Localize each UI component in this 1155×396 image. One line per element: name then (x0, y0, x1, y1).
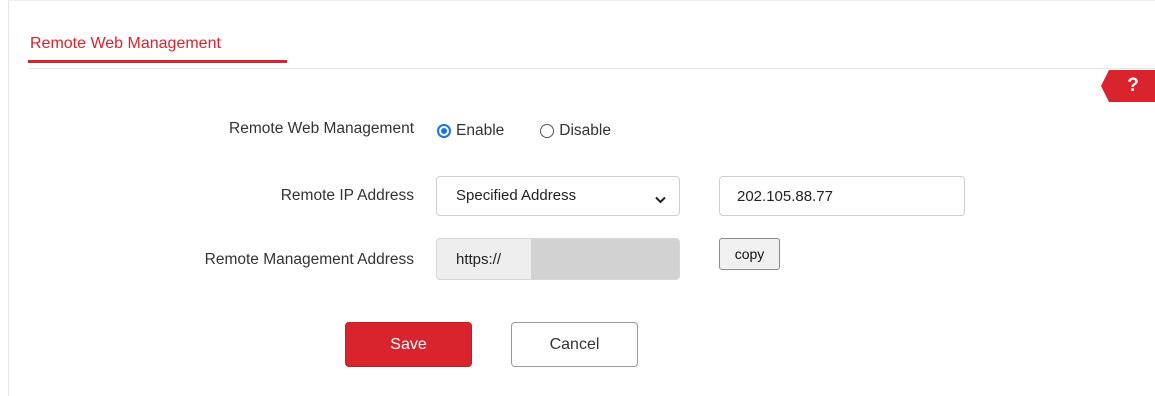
remote-web-management-label: Remote Web Management (229, 120, 414, 137)
radio-enable[interactable]: Enable (437, 122, 504, 140)
cancel-button[interactable]: Cancel (511, 322, 638, 367)
section-divider (28, 68, 1155, 69)
tab-remote-web-management[interactable]: Remote Web Management (30, 34, 221, 54)
remote-ip-mode-select[interactable]: Specified Address (436, 176, 680, 216)
chevron-down-icon (655, 191, 666, 209)
tab-active-indicator (28, 60, 287, 63)
radio-enable-checked-icon[interactable] (437, 124, 451, 138)
save-button[interactable]: Save (345, 322, 472, 367)
remote-web-management-radio-group: Enable Disable (437, 120, 611, 142)
remote-management-address-value: https:// (456, 251, 502, 268)
remote-ip-address-label: Remote IP Address (280, 187, 414, 204)
help-question-icon[interactable]: ? (1120, 72, 1146, 100)
radio-enable-label: Enable (456, 122, 505, 139)
radio-disable[interactable]: Disable (540, 122, 611, 140)
radio-disable-unchecked-icon[interactable] (540, 124, 555, 138)
copy-button[interactable]: copy (719, 238, 780, 270)
remote-management-address-field: https:// (436, 238, 680, 280)
remote-management-address-label: Remote Management Address (204, 251, 414, 268)
redacted-address-bar (531, 239, 679, 279)
top-border (8, 0, 1155, 1)
remote-ip-input[interactable] (719, 176, 965, 216)
remote-ip-mode-value: Specified Address (456, 187, 577, 204)
radio-disable-label: Disable (559, 122, 611, 139)
